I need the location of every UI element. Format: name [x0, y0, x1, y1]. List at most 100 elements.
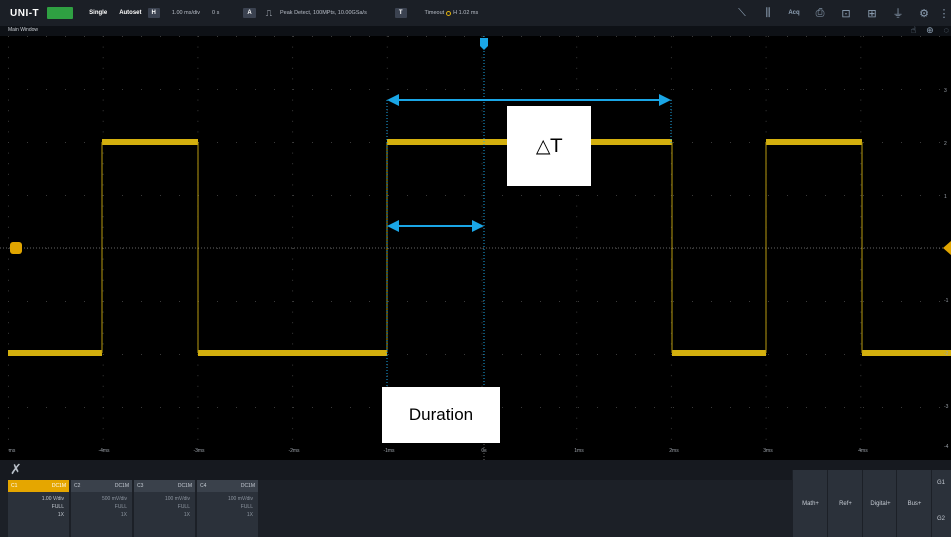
grid-dot: [65, 407, 66, 408]
grid-dot: [292, 195, 294, 196]
grid-dot: [197, 99, 199, 101]
grid-dot: [692, 195, 693, 196]
grid-dot: [860, 226, 862, 228]
print-icon[interactable]: ⎙: [807, 0, 833, 26]
grid-dot: [768, 36, 769, 37]
grid-dot: [692, 301, 693, 302]
duration-annotation: Duration: [382, 387, 500, 443]
ref-button[interactable]: Ref+: [827, 470, 863, 537]
grid-dot: [768, 195, 769, 196]
digital-button[interactable]: Digital+: [862, 470, 898, 537]
waveform-display[interactable]: ms -4ms -3ms -2ms -1ms 0s 1ms 2ms 3ms 4m…: [0, 36, 951, 460]
channel-scale: 500 mV/div: [101, 496, 127, 502]
grid-dot: [198, 407, 199, 408]
grid-dot: [576, 385, 578, 387]
grid-dot: [825, 301, 826, 302]
grid-dot: [670, 57, 672, 59]
grid-dot: [654, 89, 655, 90]
grid-dot: [331, 36, 332, 37]
grid-dot: [860, 407, 862, 408]
display-icon[interactable]: ⊞: [859, 0, 885, 26]
grid-dot: [217, 195, 218, 196]
grid-dot: [597, 195, 598, 196]
more-icon[interactable]: ⋮: [937, 0, 951, 26]
grid-dot: [673, 195, 674, 196]
single-button[interactable]: Single: [83, 10, 113, 16]
autoset-button[interactable]: Autoset: [113, 10, 147, 16]
grid-dot: [863, 142, 864, 143]
grid-dot: [521, 407, 522, 408]
grid-dot: [540, 301, 541, 302]
grid-dot: [559, 195, 560, 196]
utility-icon[interactable]: ⏚: [885, 0, 911, 26]
grid-dot: [102, 163, 104, 165]
grid-dot: [576, 428, 578, 430]
grid-dot: [255, 301, 256, 302]
grid-dot: [670, 417, 672, 419]
grid-dot: [711, 89, 712, 90]
grid-dot: [312, 407, 313, 408]
grid-dot: [939, 142, 940, 143]
grid-dot: [292, 110, 294, 112]
grid-dot: [386, 67, 388, 69]
cursor-icon[interactable]: ⟍: [729, 0, 755, 26]
grid-dot: [481, 237, 483, 239]
grid-dot: [331, 301, 332, 302]
grid-dot: [312, 142, 313, 143]
grid-dot: [386, 131, 388, 133]
grid-dot: [102, 332, 104, 334]
grid-dot: [27, 142, 28, 143]
grid-dot: [692, 36, 693, 37]
grid-dot: [386, 57, 388, 59]
grid-dot: [141, 354, 142, 355]
group-2-label[interactable]: G2: [937, 516, 945, 522]
channel-scale: 100 mV/div: [227, 496, 253, 502]
trigger-level-readout[interactable]: H 1.02 ms: [453, 10, 484, 16]
grid-dot: [84, 36, 85, 37]
settings-icon[interactable]: ⚙: [911, 0, 937, 26]
grid-dot: [292, 89, 294, 90]
grid-dot: [102, 216, 104, 218]
grid-dot: [292, 67, 294, 69]
grid-dot: [292, 279, 294, 281]
trigger-mode-readout[interactable]: Timeout: [419, 10, 445, 16]
grid-dot: [122, 354, 123, 355]
acq-icon[interactable]: Acq: [781, 0, 807, 26]
acquisition-readout[interactable]: Peak Detect, 100MPts, 10.00GSa/s: [274, 10, 373, 16]
grid-dot: [787, 89, 788, 90]
measure-icon[interactable]: ⫼: [755, 0, 781, 26]
grid-dot: [179, 407, 180, 408]
grid-dot: [730, 301, 731, 302]
grid-dot: [198, 36, 199, 37]
math-button[interactable]: Math+: [792, 470, 828, 537]
grid-dot: [65, 36, 66, 37]
group-column[interactable]: G1 G2: [931, 470, 951, 537]
touch-icon[interactable]: ☝: [911, 25, 916, 36]
x-tick: 3ms: [763, 448, 773, 454]
save-icon[interactable]: ⊡: [833, 0, 859, 26]
horizontal-badge[interactable]: H: [147, 8, 160, 18]
grid-dot: [481, 375, 483, 377]
grid-dot: [860, 152, 862, 154]
zoom-icon[interactable]: ⊕: [926, 25, 934, 36]
horizontal-position-readout[interactable]: 0 s: [206, 10, 225, 16]
channel-2-panel[interactable]: C2 DC1M 500 mV/div FULL 1X: [71, 480, 132, 537]
timebase-readout[interactable]: 1.00 ms/div: [166, 10, 206, 16]
grid-dot: [576, 46, 578, 48]
grid-dot: [236, 36, 237, 37]
grid-dot: [576, 438, 578, 440]
acquire-badge[interactable]: A: [243, 8, 256, 18]
channel-bandwidth: FULL: [114, 504, 127, 510]
bus-button[interactable]: Bus+: [896, 470, 932, 537]
grid-dot: [540, 354, 541, 355]
run-stop-button[interactable]: Auto: [47, 7, 74, 19]
tools-icon[interactable]: ✗: [10, 461, 22, 478]
channel-3-panel[interactable]: C3 DC1M 100 mV/div FULL 1X: [134, 480, 195, 537]
grid-dot: [730, 248, 731, 249]
channel-1-panel[interactable]: C1 DC1M 1.00 V/div FULL 1X: [8, 480, 69, 537]
x-tick: 1ms: [574, 448, 584, 454]
trigger-badge[interactable]: T: [394, 8, 407, 18]
group-1-label[interactable]: G1: [937, 480, 945, 486]
search-icon[interactable]: ◌: [944, 25, 949, 36]
channel-4-panel[interactable]: C4 DC1M 100 mV/div FULL 1X: [197, 480, 258, 537]
